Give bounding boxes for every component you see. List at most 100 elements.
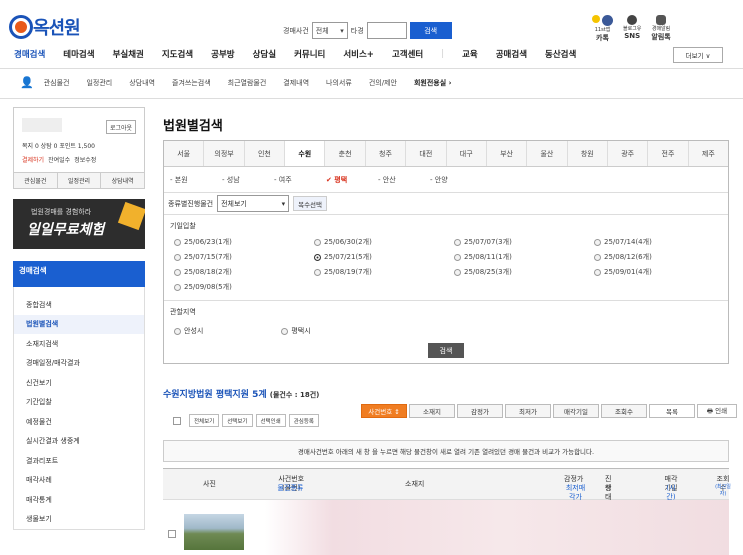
- left-menu-item[interactable]: 기간입찰: [14, 393, 144, 413]
- sort-case-button[interactable]: 사건번호 ↕: [361, 404, 407, 418]
- court-tab-active[interactable]: 수원: [285, 141, 326, 166]
- date-option[interactable]: 25/09/01(4개): [594, 267, 734, 277]
- sub-nav-item[interactable]: 즐겨쓰는검색: [172, 78, 211, 88]
- print-button[interactable]: 🖶 인쇄: [697, 404, 737, 418]
- days-link[interactable]: 잔여일수: [48, 155, 70, 164]
- branch-tab[interactable]: - 본원: [170, 175, 222, 185]
- left-menu-item[interactable]: 종합검색: [14, 295, 144, 315]
- court-tab[interactable]: 부산: [487, 141, 528, 166]
- logout-button[interactable]: 로그아웃: [106, 120, 136, 134]
- row-checkbox[interactable]: [168, 530, 176, 538]
- date-option[interactable]: 25/07/07(3개): [454, 237, 594, 247]
- sub-nav-member-room[interactable]: 회원전용실 ›: [414, 78, 452, 88]
- area-option[interactable]: 안성시: [174, 326, 203, 336]
- sub-nav-item[interactable]: 일정관리: [86, 78, 112, 88]
- case-search-button[interactable]: 검색: [409, 22, 452, 39]
- user-tab[interactable]: 관심물건: [14, 173, 58, 188]
- sub-nav-item[interactable]: 관심물건: [44, 78, 70, 88]
- sub-nav-item[interactable]: 결제내역: [283, 78, 309, 88]
- main-nav-map[interactable]: 지도검색: [162, 48, 193, 60]
- left-menu-item[interactable]: 결과리포트: [14, 451, 144, 471]
- alimtalk-link[interactable]: 경매알림 알림톡: [651, 15, 671, 43]
- main-nav-community[interactable]: 커뮤니티: [294, 48, 325, 60]
- court-tab[interactable]: 춘천: [325, 141, 366, 166]
- date-option[interactable]: 25/08/18(2개): [174, 267, 314, 277]
- left-menu-item-active[interactable]: 법원별검색: [14, 314, 144, 334]
- court-tab[interactable]: 전주: [648, 141, 689, 166]
- more-button[interactable]: 더보기 ∨: [673, 47, 723, 63]
- user-tab[interactable]: 일정관리: [58, 173, 102, 188]
- date-option[interactable]: 25/08/11(1개): [454, 252, 594, 262]
- branch-tab[interactable]: - 성남: [222, 175, 274, 185]
- court-tab[interactable]: 청주: [366, 141, 407, 166]
- sort-min-price-button[interactable]: 최저가: [505, 404, 551, 418]
- date-option[interactable]: 25/07/21(5개): [314, 252, 454, 262]
- area-search-button[interactable]: 검색: [428, 343, 464, 358]
- date-option[interactable]: 25/07/15(7개): [174, 252, 314, 262]
- add-favorite-button[interactable]: 관심등록: [288, 414, 319, 427]
- date-option[interactable]: 25/06/30(2개): [314, 237, 454, 247]
- multi-select-button[interactable]: 복수선택: [293, 196, 328, 211]
- court-tab[interactable]: 대구: [447, 141, 487, 166]
- col-price[interactable]: 감정가 최저매각가: [541, 475, 587, 501]
- free-trial-banner[interactable]: 법원경매를 경험하라 일일무료체험: [13, 199, 145, 249]
- left-menu-item[interactable]: 소재지검색: [14, 334, 144, 354]
- sub-nav-item[interactable]: 최근열람물건: [228, 78, 267, 88]
- branch-tab-active[interactable]: ✔ 평택: [326, 175, 378, 185]
- sub-nav-item[interactable]: 건의/제안: [369, 78, 397, 88]
- left-menu-item[interactable]: 예정물건: [14, 412, 144, 432]
- main-nav-service[interactable]: 서비스+: [343, 48, 374, 60]
- date-option[interactable]: 25/09/08(5개): [174, 282, 314, 292]
- main-nav-public-auction[interactable]: 공매검색: [496, 48, 527, 60]
- main-nav-consult[interactable]: 상담실: [253, 48, 276, 60]
- court-tab[interactable]: 의정부: [204, 141, 245, 166]
- left-menu-item[interactable]: 경매일정/매각결과: [14, 354, 144, 374]
- date-option[interactable]: 25/07/14(4개): [594, 237, 734, 247]
- view-selected-button[interactable]: 선택보기: [222, 414, 253, 427]
- sns-link[interactable]: 블로그유 SNS: [623, 15, 641, 43]
- info-edit-link[interactable]: 정보수정: [74, 155, 96, 164]
- area-option[interactable]: 평택시: [281, 326, 311, 336]
- sort-views-button[interactable]: 조회수: [601, 404, 647, 418]
- main-nav-auction-search[interactable]: 경매검색: [14, 48, 45, 60]
- court-tab[interactable]: 울산: [527, 141, 568, 166]
- left-menu-item[interactable]: 실시간결과 생중계: [14, 432, 144, 452]
- court-tab[interactable]: 제주: [689, 141, 728, 166]
- sub-nav-item[interactable]: 상담내역: [129, 78, 155, 88]
- left-menu-item[interactable]: 신건보기: [14, 373, 144, 393]
- left-menu-item[interactable]: 매각사례: [14, 471, 144, 491]
- court-tab[interactable]: 창원: [568, 141, 608, 166]
- case-number-input[interactable]: [366, 22, 407, 39]
- court-tab[interactable]: 대전: [406, 141, 447, 166]
- main-nav-theme[interactable]: 테마검색: [63, 48, 94, 60]
- left-menu-item[interactable]: 매각통계: [14, 490, 144, 510]
- main-nav-study[interactable]: 공부방: [211, 48, 234, 60]
- left-menu-header[interactable]: 경매검색: [13, 261, 145, 287]
- court-tab[interactable]: 광주: [608, 141, 649, 166]
- branch-tab[interactable]: - 안양: [430, 175, 482, 185]
- main-nav-education[interactable]: 교육: [462, 48, 478, 60]
- main-nav-npl[interactable]: 부실채권: [113, 48, 144, 60]
- date-option[interactable]: 25/06/23(1개): [174, 237, 314, 247]
- date-option[interactable]: 25/08/19(7개): [314, 267, 454, 277]
- user-tab[interactable]: 상담내역: [101, 173, 144, 188]
- pay-link[interactable]: 결제하기: [22, 155, 44, 164]
- court-tab[interactable]: 서울: [164, 141, 205, 166]
- main-nav-movable[interactable]: 동산검색: [545, 48, 576, 60]
- print-selected-button[interactable]: 선택인쇄: [255, 414, 286, 427]
- col-case[interactable]: 사건번호(물번) 물건종류: [250, 475, 305, 492]
- col-views[interactable]: 조회수 (최근일자): [699, 475, 731, 497]
- col-date[interactable]: 매각기일 (시간): [647, 475, 679, 501]
- branch-tab[interactable]: - 여주: [274, 175, 326, 185]
- kakao-app-link[interactable]: 11st앱 카톡: [592, 15, 613, 43]
- sort-appraisal-button[interactable]: 감정가: [457, 404, 503, 418]
- sort-address-button[interactable]: 소재지: [409, 404, 455, 418]
- logo[interactable]: 옥션원: [12, 14, 81, 40]
- property-photo[interactable]: [184, 514, 244, 550]
- sort-date-button[interactable]: 매각기일: [553, 404, 599, 418]
- left-menu-item[interactable]: 생물보기: [14, 510, 144, 530]
- court-tab[interactable]: 인천: [245, 141, 286, 166]
- table-row[interactable]: [163, 500, 729, 555]
- kind-select[interactable]: 전체보기 ▾: [217, 195, 290, 212]
- year-select[interactable]: 전체 ▾: [311, 22, 348, 39]
